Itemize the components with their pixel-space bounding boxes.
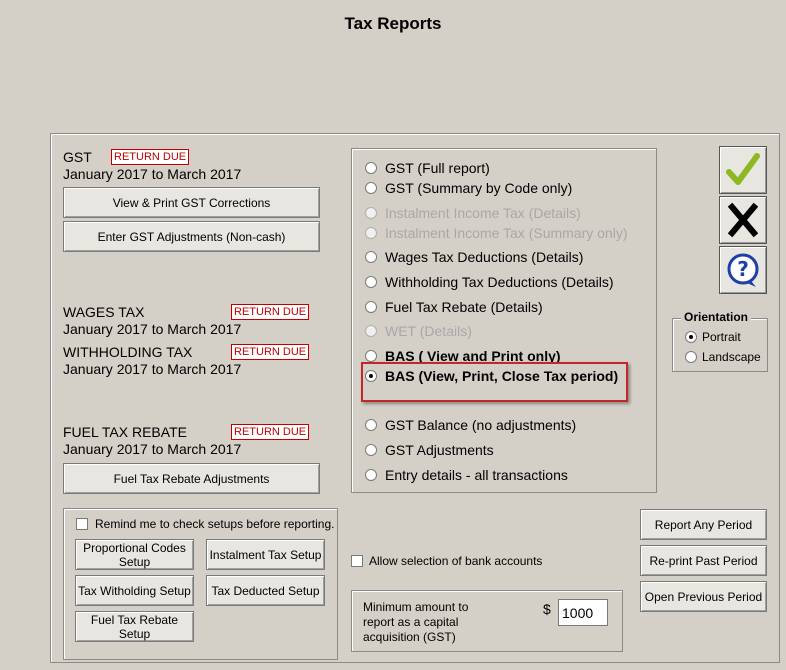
report-option-radio[interactable] bbox=[365, 162, 377, 174]
page-title: Tax Reports bbox=[344, 14, 442, 33]
report-option-radio[interactable] bbox=[365, 469, 377, 481]
portrait-radio[interactable] bbox=[685, 331, 697, 343]
instalment-tax-setup-button[interactable]: Instalment Tax Setup bbox=[206, 539, 325, 570]
report-option-label: GST Balance (no adjustments) bbox=[385, 417, 577, 433]
gst-adjustments-button[interactable]: Enter GST Adjustments (Non-cash) bbox=[63, 221, 320, 252]
help-button[interactable]: ? bbox=[719, 246, 767, 294]
gst-return-due-badge: RETURN DUE bbox=[111, 149, 190, 165]
wages-return-due-badge: RETURN DUE bbox=[231, 304, 310, 320]
fuel-tax-label: FUEL TAX REBATE bbox=[63, 424, 187, 440]
report-option-radio[interactable] bbox=[365, 444, 377, 456]
report-option-radio[interactable] bbox=[365, 182, 377, 194]
close-x-icon bbox=[727, 202, 759, 238]
withholding-tax-label: WITHHOLDING TAX bbox=[63, 344, 193, 360]
report-option-label: GST (Full report) bbox=[385, 160, 490, 176]
open-previous-period-button[interactable]: Open Previous Period bbox=[640, 581, 767, 612]
report-option: Instalment Income Tax (Summary only) bbox=[365, 223, 628, 243]
report-option-radio bbox=[365, 325, 377, 337]
bank-checkbox-box[interactable] bbox=[351, 555, 363, 567]
gst-corrections-button[interactable]: View & Print GST Corrections bbox=[63, 187, 320, 218]
report-option-label: Entry details - all transactions bbox=[385, 467, 568, 483]
reprint-past-period-button[interactable]: Re-print Past Period bbox=[640, 545, 767, 576]
proportional-codes-setup-button[interactable]: Proportional Codes Setup bbox=[75, 539, 194, 570]
report-option[interactable]: Wages Tax Deductions (Details) bbox=[365, 247, 583, 267]
report-option-label: Withholding Tax Deductions (Details) bbox=[385, 274, 614, 290]
report-option-label: Instalment Income Tax (Details) bbox=[385, 205, 581, 221]
report-option-label: GST Adjustments bbox=[385, 442, 494, 458]
tax-deducted-setup-button[interactable]: Tax Deducted Setup bbox=[206, 575, 325, 606]
report-option-radio[interactable] bbox=[365, 350, 377, 362]
report-option[interactable]: GST Balance (no adjustments) bbox=[365, 415, 576, 435]
report-option-label: GST (Summary by Code only) bbox=[385, 180, 573, 196]
capital-amount-input[interactable] bbox=[558, 599, 608, 626]
allow-bank-accounts-checkbox[interactable]: Allow selection of bank accounts bbox=[351, 554, 542, 568]
report-option[interactable]: Entry details - all transactions bbox=[365, 465, 568, 485]
report-option-radio bbox=[365, 207, 377, 219]
landscape-radio[interactable] bbox=[685, 351, 697, 363]
currency-symbol: $ bbox=[543, 601, 551, 617]
report-option[interactable]: GST Adjustments bbox=[365, 440, 494, 460]
landscape-label: Landscape bbox=[702, 350, 761, 364]
report-option[interactable]: GST (Full report) bbox=[365, 158, 490, 178]
report-option-label: Fuel Tax Rebate (Details) bbox=[385, 299, 543, 315]
orientation-title: Orientation bbox=[681, 310, 752, 324]
report-option-label: Instalment Income Tax (Summary only) bbox=[385, 225, 628, 241]
ok-button[interactable] bbox=[719, 146, 767, 194]
fuel-return-due-badge: RETURN DUE bbox=[231, 424, 310, 440]
wages-tax-label: WAGES TAX bbox=[63, 304, 145, 320]
report-option-radio[interactable] bbox=[365, 251, 377, 263]
tax-withholding-setup-button[interactable]: Tax Witholding Setup bbox=[75, 575, 194, 606]
help-icon: ? bbox=[727, 253, 759, 287]
fuel-tax-rebate-setup-button[interactable]: Fuel Tax Rebate Setup bbox=[75, 611, 194, 642]
remind-checkbox-box[interactable] bbox=[76, 518, 88, 530]
report-any-period-button[interactable]: Report Any Period bbox=[640, 509, 767, 540]
report-option[interactable]: Fuel Tax Rebate (Details) bbox=[365, 297, 543, 317]
fuel-tax-period: January 2017 to March 2017 bbox=[63, 441, 242, 457]
withholding-return-due-badge: RETURN DUE bbox=[231, 344, 310, 360]
fuel-rebate-adjustments-button[interactable]: Fuel Tax Rebate Adjustments bbox=[63, 463, 320, 494]
close-button[interactable] bbox=[719, 196, 767, 244]
bank-checkbox-label: Allow selection of bank accounts bbox=[369, 554, 543, 568]
portrait-label: Portrait bbox=[702, 330, 741, 344]
capital-acquisition-label: Minimum amount to report as a capital ac… bbox=[363, 600, 469, 644]
report-option: WET (Details) bbox=[365, 321, 472, 341]
report-option-radio bbox=[365, 227, 377, 239]
orientation-portrait[interactable]: Portrait bbox=[685, 328, 741, 346]
report-option-label: Wages Tax Deductions (Details) bbox=[385, 249, 584, 265]
svg-text:?: ? bbox=[737, 257, 749, 281]
report-option[interactable]: Withholding Tax Deductions (Details) bbox=[365, 272, 614, 292]
remind-checkbox-label: Remind me to check setups before reporti… bbox=[95, 517, 335, 531]
orientation-landscape[interactable]: Landscape bbox=[685, 348, 761, 366]
wages-tax-period: January 2017 to March 2017 bbox=[63, 321, 242, 337]
gst-label: GST bbox=[63, 149, 92, 165]
report-option-label: WET (Details) bbox=[385, 323, 472, 339]
selection-highlight bbox=[361, 362, 628, 402]
report-option-radio[interactable] bbox=[365, 419, 377, 431]
report-option[interactable]: GST (Summary by Code only) bbox=[365, 178, 572, 198]
checkmark-icon bbox=[726, 153, 760, 185]
report-option-radio[interactable] bbox=[365, 276, 377, 288]
report-option: Instalment Income Tax (Details) bbox=[365, 203, 581, 223]
remind-setup-checkbox[interactable]: Remind me to check setups before reporti… bbox=[76, 517, 334, 531]
gst-period: January 2017 to March 2017 bbox=[63, 166, 242, 182]
withholding-tax-period: January 2017 to March 2017 bbox=[63, 361, 242, 377]
report-option-radio[interactable] bbox=[365, 301, 377, 313]
